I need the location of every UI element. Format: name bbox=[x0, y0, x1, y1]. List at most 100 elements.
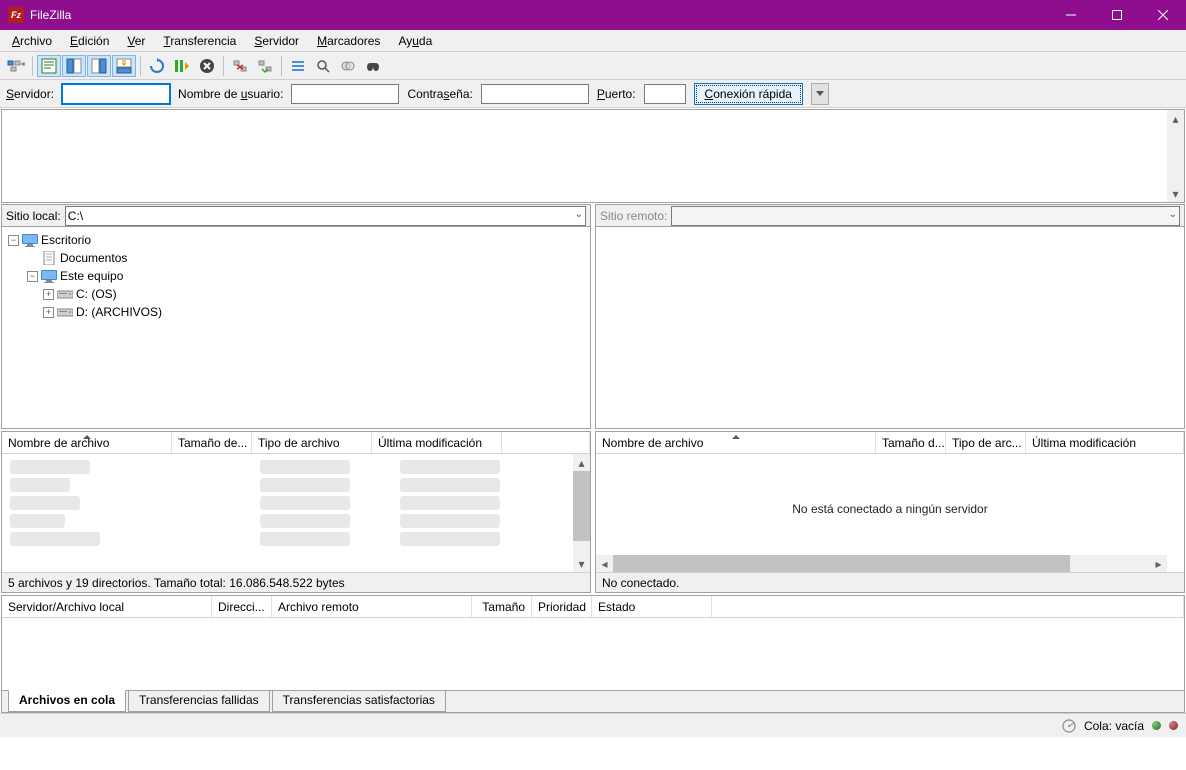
tree-label: Documentos bbox=[60, 251, 127, 265]
search-button[interactable] bbox=[311, 55, 335, 77]
expander-icon[interactable]: − bbox=[27, 271, 38, 282]
quickconnect-bar: Servidor: Nombre de usuario: Contraseña:… bbox=[0, 80, 1186, 108]
password-input[interactable] bbox=[481, 84, 589, 104]
scroll-up-icon[interactable]: ▴ bbox=[1167, 110, 1184, 127]
local-tree[interactable]: − Escritorio Documentos − Este equipo + … bbox=[2, 227, 590, 428]
toggle-queue-button[interactable] bbox=[112, 55, 136, 77]
username-input[interactable] bbox=[291, 84, 399, 104]
col-status[interactable]: Estado bbox=[592, 596, 712, 617]
process-queue-button[interactable] bbox=[170, 55, 194, 77]
remote-list-body[interactable]: No está conectado a ningún servidor ◂▸ bbox=[596, 454, 1184, 572]
close-button[interactable] bbox=[1140, 0, 1186, 30]
col-type[interactable]: Tipo de archivo bbox=[252, 432, 372, 453]
queue-icon bbox=[1062, 719, 1076, 733]
col-modified[interactable]: Última modificación bbox=[372, 432, 502, 453]
queue-body[interactable] bbox=[2, 618, 1184, 690]
tab-queued-files[interactable]: Archivos en cola bbox=[8, 690, 126, 712]
col-filename[interactable]: Nombre de archivo bbox=[2, 432, 172, 453]
col-priority[interactable]: Prioridad bbox=[532, 596, 592, 617]
filter-button[interactable] bbox=[286, 55, 310, 77]
tree-node-documents[interactable]: Documentos bbox=[8, 249, 584, 267]
local-status: 5 archivos y 19 directorios. Tamaño tota… bbox=[2, 572, 590, 592]
scroll-down-icon[interactable]: ▾ bbox=[1167, 185, 1184, 202]
tab-failed-transfers[interactable]: Transferencias fallidas bbox=[128, 690, 270, 712]
tree-node-drive-c[interactable]: + C: (OS) bbox=[8, 285, 584, 303]
minimize-button[interactable] bbox=[1048, 0, 1094, 30]
local-list-body[interactable]: ▴▾ bbox=[2, 454, 590, 572]
site-manager-button[interactable] bbox=[4, 55, 28, 77]
col-type[interactable]: Tipo de arc... bbox=[946, 432, 1026, 453]
log-pane[interactable]: ▴ ▾ bbox=[1, 109, 1185, 203]
disconnect-button[interactable] bbox=[228, 55, 252, 77]
compare-button[interactable] bbox=[336, 55, 360, 77]
local-path-label: Sitio local: bbox=[6, 209, 61, 223]
quickconnect-button[interactable]: Conexión rápida bbox=[694, 83, 803, 105]
expander-icon[interactable]: − bbox=[8, 235, 19, 246]
remote-tree[interactable] bbox=[596, 227, 1184, 428]
menu-edicion[interactable]: Edición bbox=[62, 32, 117, 50]
server-label: Servidor: bbox=[6, 87, 54, 101]
menubar: Archivo Edición Ver Transferencia Servid… bbox=[0, 30, 1186, 52]
expander-icon[interactable]: + bbox=[43, 289, 54, 300]
menu-ver[interactable]: Ver bbox=[119, 32, 153, 50]
remote-hscroll[interactable]: ◂▸ bbox=[596, 555, 1167, 572]
col-size[interactable]: Tamaño de... bbox=[172, 432, 252, 453]
server-input[interactable] bbox=[62, 84, 170, 104]
reconnect-button[interactable] bbox=[253, 55, 277, 77]
col-modified[interactable]: Última modificación bbox=[1026, 432, 1184, 453]
col-remote-file[interactable]: Archivo remoto bbox=[272, 596, 472, 617]
menu-transferencia[interactable]: Transferencia bbox=[155, 32, 244, 50]
tree-node-drive-d[interactable]: + D: (ARCHIVOS) bbox=[8, 303, 584, 321]
local-path-bar: Sitio local: C:\⌄ bbox=[2, 205, 590, 227]
tab-successful-transfers[interactable]: Transferencias satisfactorias bbox=[272, 690, 446, 712]
queue-pane: Servidor/Archivo local Direcci... Archiv… bbox=[1, 595, 1185, 713]
toggle-remote-tree-button[interactable] bbox=[87, 55, 111, 77]
quickconnect-dropdown[interactable] bbox=[811, 83, 829, 105]
log-scrollbar[interactable]: ▴ ▾ bbox=[1167, 110, 1184, 202]
tree-label: Escritorio bbox=[41, 233, 91, 247]
remote-tree-pane: Sitio remoto: ⌄ bbox=[595, 204, 1185, 429]
col-size[interactable]: Tamaño bbox=[472, 596, 532, 617]
expander-icon[interactable]: + bbox=[43, 307, 54, 318]
tree-node-desktop[interactable]: − Escritorio bbox=[8, 231, 584, 249]
toggle-local-tree-button[interactable] bbox=[62, 55, 86, 77]
drive-icon bbox=[57, 287, 73, 301]
menu-servidor[interactable]: Servidor bbox=[246, 32, 307, 50]
statusbar: Cola: vacía bbox=[0, 713, 1186, 737]
port-input[interactable] bbox=[644, 84, 686, 104]
app-icon: Fz bbox=[8, 7, 24, 23]
queue-header[interactable]: Servidor/Archivo local Direcci... Archiv… bbox=[2, 596, 1184, 618]
toggle-log-button[interactable] bbox=[37, 55, 61, 77]
drive-icon bbox=[57, 305, 73, 319]
cancel-button[interactable] bbox=[195, 55, 219, 77]
local-list-header[interactable]: Nombre de archivo Tamaño de... Tipo de a… bbox=[2, 432, 590, 454]
queue-status: Cola: vacía bbox=[1084, 719, 1144, 733]
computer-icon bbox=[41, 269, 57, 283]
tree-label: D: (ARCHIVOS) bbox=[76, 305, 162, 319]
menu-ayuda[interactable]: Ayuda bbox=[390, 32, 440, 50]
local-path-combo[interactable]: C:\⌄ bbox=[65, 206, 586, 226]
window-title: FileZilla bbox=[30, 8, 1048, 22]
menu-marcadores[interactable]: Marcadores bbox=[309, 32, 388, 50]
desktop-icon bbox=[22, 233, 38, 247]
not-connected-message: No está conectado a ningún servidor bbox=[596, 502, 1184, 516]
tree-node-thispc[interactable]: − Este equipo bbox=[8, 267, 584, 285]
username-label: Nombre de usuario: bbox=[178, 87, 283, 101]
col-filename[interactable]: Nombre de archivo bbox=[596, 432, 876, 453]
remote-path-bar: Sitio remoto: ⌄ bbox=[596, 205, 1184, 227]
binoculars-button[interactable] bbox=[361, 55, 385, 77]
col-direction[interactable]: Direcci... bbox=[212, 596, 272, 617]
col-server-local[interactable]: Servidor/Archivo local bbox=[2, 596, 212, 617]
local-listview: Nombre de archivo Tamaño de... Tipo de a… bbox=[1, 431, 591, 593]
col-size[interactable]: Tamaño d... bbox=[876, 432, 946, 453]
remote-status: No conectado. bbox=[596, 572, 1184, 592]
activity-led-upload bbox=[1169, 721, 1178, 730]
remote-list-header[interactable]: Nombre de archivo Tamaño d... Tipo de ar… bbox=[596, 432, 1184, 454]
refresh-button[interactable] bbox=[145, 55, 169, 77]
password-label: Contraseña: bbox=[407, 87, 472, 101]
maximize-button[interactable] bbox=[1094, 0, 1140, 30]
menu-archivo[interactable]: Archivo bbox=[4, 32, 60, 50]
local-list-scrollbar[interactable]: ▴▾ bbox=[573, 454, 590, 572]
queue-tabs: Archivos en cola Transferencias fallidas… bbox=[2, 690, 1184, 712]
activity-led-download bbox=[1152, 721, 1161, 730]
